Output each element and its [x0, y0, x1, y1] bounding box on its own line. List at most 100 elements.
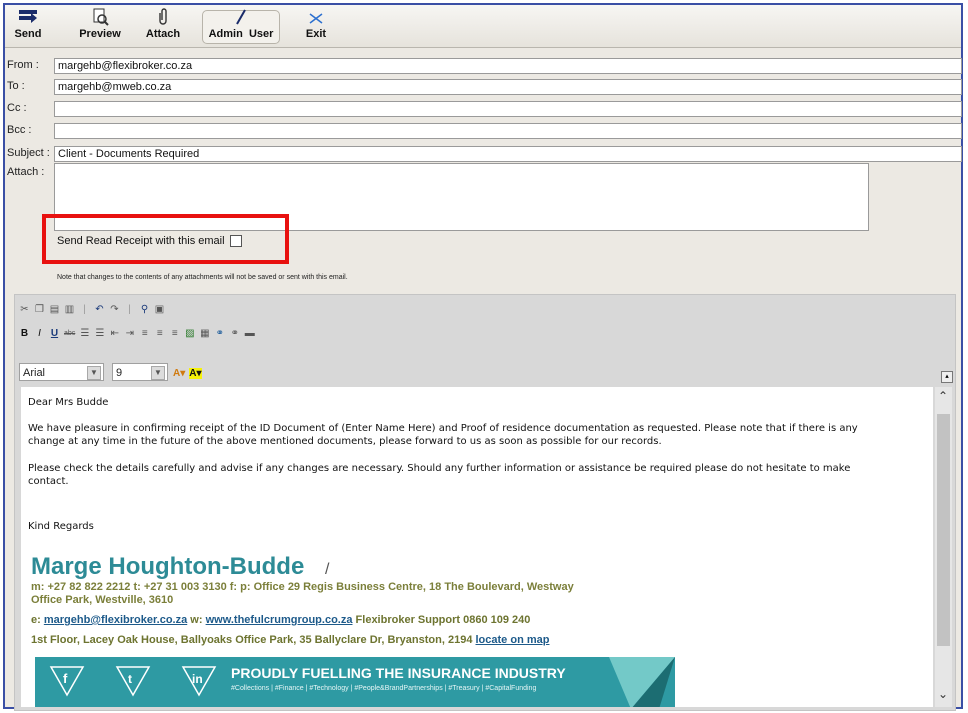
send-icon	[19, 10, 37, 23]
signature-banner: f t in PROUDLY FUELLING THE INSURANCE IN…	[35, 657, 675, 707]
numbered-list-icon[interactable]: ☰	[79, 328, 90, 339]
divider: |	[128, 303, 131, 315]
admin-button[interactable]: Admin User	[203, 8, 279, 44]
bcc-label: Bcc :	[7, 124, 32, 136]
linkedin-letter: in	[192, 672, 203, 686]
exit-button[interactable]: Exit	[302, 8, 330, 44]
bullet-list-icon[interactable]: ☰	[94, 328, 105, 339]
preview-button[interactable]: Preview	[78, 8, 122, 44]
indent-icon[interactable]: ⇥	[124, 328, 135, 339]
align-left-icon[interactable]: ≡	[139, 328, 150, 339]
scroll-up-icon[interactable]: ⌃	[938, 389, 948, 403]
cut-icon[interactable]: ✂	[19, 304, 30, 315]
strikethrough-icon[interactable]: abc	[64, 330, 75, 337]
copy-icon[interactable]: ❐	[34, 304, 45, 315]
signature-contact-line-2: Office Park, Westville, 3610	[31, 594, 174, 606]
signature-contact-line-1: m: +27 82 822 2212 t: +27 31 003 3130 f:…	[31, 581, 574, 593]
close-icon	[309, 13, 323, 24]
banner-tags: #Collections | #Finance | #Technology | …	[231, 685, 537, 692]
admin-user-labels: Admin User	[203, 28, 279, 40]
user-label: User	[248, 28, 274, 40]
bcc-field[interactable]	[54, 123, 962, 139]
horizontal-rule-icon[interactable]: ▬	[244, 328, 255, 339]
cc-field[interactable]	[54, 101, 962, 117]
message-body[interactable]: Dear Mrs Budde We have pleasure in confi…	[21, 387, 933, 707]
paragraph-1-line-1: We have pleasure in confirming receipt o…	[28, 423, 858, 434]
signature-address: 1st Floor, Lacey Oak House, Ballyoaks Of…	[31, 634, 549, 646]
signature-links: e: margehb@flexibroker.co.za w: www.thef…	[31, 614, 530, 626]
email-prefix: e:	[31, 614, 41, 626]
chevron-down-icon: ▼	[151, 366, 165, 380]
subject-label: Subject :	[7, 147, 50, 159]
bold-icon[interactable]: B	[19, 328, 30, 339]
preview-label: Preview	[79, 28, 121, 40]
send-label: Send	[14, 28, 42, 40]
image-icon[interactable]: ▨	[184, 328, 195, 339]
attach-field-label: Attach :	[7, 166, 45, 178]
banner-title: PROUDLY FUELLING THE INSURANCE INDUSTRY	[231, 665, 566, 681]
toolbar: Send Preview Attach Admin User Exit	[5, 5, 961, 48]
twitter-icon[interactable]: t	[115, 663, 151, 699]
subject-field[interactable]: Client - Documents Required	[54, 146, 962, 162]
vertical-scrollbar[interactable]: ⌃ ⌄	[935, 387, 952, 707]
paste-special-icon[interactable]: ▥	[64, 304, 75, 315]
attach-label: Attach	[145, 28, 181, 40]
select-all-icon[interactable]: ▣	[154, 304, 165, 315]
font-size-select[interactable]: 9 ▼	[112, 363, 168, 381]
email-header: From : margehb@flexibroker.co.za To : ma…	[5, 48, 962, 286]
attach-button[interactable]: Attach	[144, 8, 182, 44]
message-editor: ✂ ❐ ▤ ▥ | ↶ ↷ | ⚲ ▣ B I U abc ☰ ☰ ⇤ ⇥ ≡ …	[14, 294, 956, 711]
admin-label: Admin	[208, 28, 243, 40]
font-size-value: 9	[116, 367, 123, 379]
facebook-icon[interactable]: f	[49, 663, 85, 699]
paragraph-1-line-2: change at any time in the future of the …	[28, 436, 662, 447]
font-select[interactable]: Arial ▼	[19, 363, 104, 381]
to-field[interactable]: margehb@mweb.co.za	[54, 79, 962, 95]
unlink-icon[interactable]: ⚭	[229, 328, 240, 339]
paragraph-2-line-2: contact.	[28, 476, 69, 487]
signature-name-text: Marge Houghton-Budde	[31, 553, 305, 580]
color-tools: A▾ A▾	[173, 363, 202, 383]
undo-icon[interactable]: ↶	[94, 304, 105, 315]
link-icon[interactable]: ⚭	[214, 328, 225, 339]
highlight-box	[42, 214, 289, 264]
from-field[interactable]: margehb@flexibroker.co.za	[54, 58, 962, 74]
paste-icon[interactable]: ▤	[49, 304, 60, 315]
align-center-icon[interactable]: ≡	[154, 328, 165, 339]
address-text: 1st Floor, Lacey Oak House, Ballyoaks Of…	[31, 634, 473, 646]
scroll-thumb[interactable]	[937, 414, 950, 646]
editor-toolbar-row1: ✂ ❐ ▤ ▥ | ↶ ↷ | ⚲ ▣	[19, 299, 165, 319]
editor-toolbar-row2: B I U abc ☰ ☰ ⇤ ⇥ ≡ ≡ ≡ ▨ ▦ ⚭ ⚭ ▬	[19, 323, 255, 343]
table-icon[interactable]: ▦	[199, 328, 210, 339]
email-link[interactable]: margehb@flexibroker.co.za	[44, 614, 187, 626]
pen-icon	[236, 9, 246, 25]
paperclip-icon	[159, 8, 167, 25]
font-value: Arial	[23, 367, 46, 379]
fulcrum-logo	[609, 657, 675, 707]
scroll-down-icon[interactable]: ⌄	[938, 687, 948, 701]
exit-label: Exit	[305, 28, 327, 40]
linkedin-icon[interactable]: in	[181, 663, 217, 699]
send-button[interactable]: Send	[11, 8, 45, 44]
support-text: Flexibroker Support 0860 109 240	[355, 614, 531, 626]
underline-icon[interactable]: U	[49, 328, 60, 339]
font-color-icon[interactable]: A▾	[173, 368, 185, 379]
find-icon[interactable]: ⚲	[139, 304, 150, 315]
to-label: To :	[7, 80, 25, 92]
outdent-icon[interactable]: ⇤	[109, 328, 120, 339]
signature-slash: /	[324, 561, 330, 578]
italic-icon[interactable]: I	[34, 328, 45, 339]
facebook-letter: f	[63, 671, 68, 686]
redo-icon[interactable]: ↷	[109, 304, 120, 315]
chevron-down-icon: ▼	[87, 366, 101, 380]
align-right-icon[interactable]: ≡	[169, 328, 180, 339]
map-link[interactable]: locate on map	[476, 634, 550, 646]
collapse-icon[interactable]: ▴	[941, 371, 953, 383]
web-link[interactable]: www.thefulcrumgroup.co.za	[206, 614, 353, 626]
web-prefix: w:	[190, 614, 203, 626]
closing: Kind Regards	[28, 521, 94, 532]
greeting: Dear Mrs Budde	[28, 397, 109, 408]
twitter-letter: t	[128, 672, 132, 686]
highlight-color-icon[interactable]: A▾	[189, 367, 202, 379]
email-window: Send Preview Attach Admin User Exit From…	[3, 3, 963, 711]
